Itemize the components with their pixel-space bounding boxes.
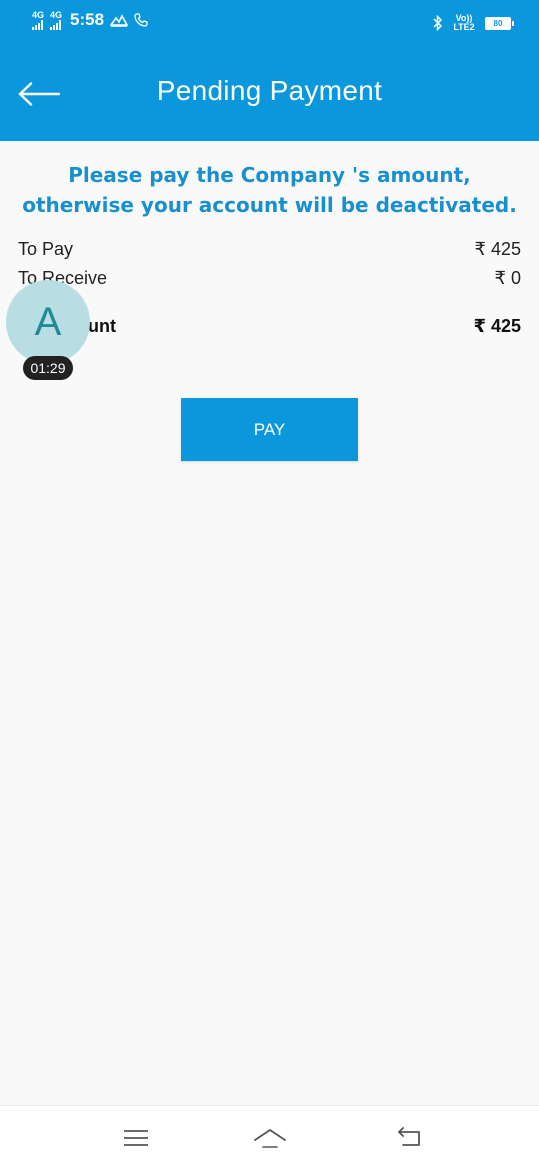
battery-icon: 80 [485, 16, 514, 30]
home-button[interactable] [240, 1118, 300, 1158]
network-label-1: 4G [32, 9, 45, 20]
to-receive-value: ₹ 0 [494, 267, 521, 288]
deactivation-notice: Please pay the Company 's amount, otherw… [22, 163, 517, 217]
app-bar: Pending Payment [0, 48, 539, 141]
to-receive-row: To Receive ₹ 0 [18, 264, 521, 292]
recents-button[interactable] [106, 1118, 166, 1158]
menu-icon [124, 1130, 148, 1146]
amount-value: ₹ 425 [473, 315, 521, 336]
back-icon [398, 1127, 420, 1146]
home-icon [254, 1129, 286, 1148]
back-nav-button[interactable] [380, 1118, 440, 1158]
notification-icon [110, 14, 129, 27]
volte-indicator: Vo)) LTE2 [453, 13, 475, 32]
timer-badge: 01:29 [23, 356, 73, 380]
to-pay-label: To Pay [18, 238, 74, 259]
bluetooth-icon [433, 15, 443, 31]
pay-button[interactable]: PAY [181, 398, 358, 461]
system-nav-bar [0, 1105, 539, 1170]
phone-call-icon [134, 13, 148, 27]
signal-icon-1: 4G [32, 9, 45, 30]
status-bar: 4G 4G 5:58 Vo)) LTE2 80 [0, 0, 539, 48]
clock: 5:58 [70, 10, 105, 29]
status-left: 4G 4G 5:58 [32, 10, 148, 30]
to-pay-row: To Pay ₹ 425 [18, 235, 521, 263]
avatar-bubble[interactable]: A [6, 280, 90, 364]
status-right: Vo)) LTE2 80 [433, 13, 514, 32]
amount-row: Amount ₹ 425 [18, 312, 521, 340]
page-title: Pending Payment [156, 75, 383, 106]
signal-icon-2: 4G [50, 9, 63, 30]
network-label-2: 4G [50, 9, 63, 20]
to-pay-value: ₹ 425 [474, 238, 522, 259]
